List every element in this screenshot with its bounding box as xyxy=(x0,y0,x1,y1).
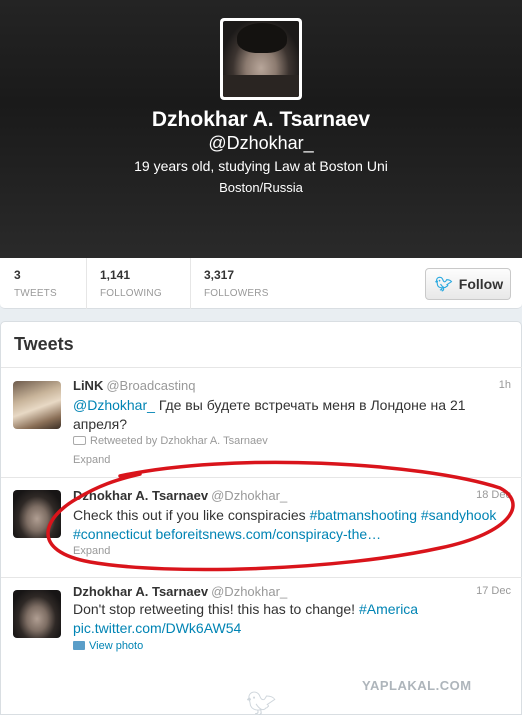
tweet-author[interactable]: Dzhokhar A. Tsarnaev @Dzhokhar_ xyxy=(73,584,287,599)
stat-following[interactable]: 1,141 FOLLOWING xyxy=(100,268,162,299)
profile-fullname: Dzhokhar A. Tsarnaev xyxy=(151,108,371,131)
view-photo[interactable]: View photo xyxy=(73,640,143,652)
watermark: YAPLAKAL.COM xyxy=(362,678,472,693)
tweet-item[interactable]: Dzhokhar A. Tsarnaev @Dzhokhar_ 17 Dec Do… xyxy=(1,578,522,688)
stat-divider xyxy=(86,258,87,309)
stat-followers-count: 3,317 xyxy=(204,268,235,282)
profile-header: Dzhokhar A. Tsarnaev @Dzhokhar_ 19 years… xyxy=(0,0,522,258)
stat-followers[interactable]: 3,317 FOLLOWERS xyxy=(204,268,269,299)
stat-tweets-count: 3 xyxy=(14,268,21,282)
tweet-text: Check this out if you like conspiracies … xyxy=(73,506,513,544)
follow-button[interactable]: 🐦︎ Follow xyxy=(425,268,511,300)
retweeted-by-label: Retweeted by Dzhokhar A. Tsarnaev xyxy=(90,435,268,447)
tweets-timeline: Tweets LiNK @Broadcastinq 1h @Dzhokhar_ Г… xyxy=(0,321,522,715)
hashtag-link[interactable]: #batmanshooting xyxy=(310,507,417,523)
stat-divider xyxy=(190,258,191,309)
photo-icon xyxy=(73,641,85,650)
twitter-bird-icon: 🐦︎ xyxy=(246,691,277,715)
twitter-bird-icon: 🐦︎ xyxy=(435,275,453,292)
pic-link[interactable]: pic.twitter.com/DWk6AW54 xyxy=(73,620,241,636)
tweet-text: @Dzhokhar_ Где вы будете встречать меня … xyxy=(73,396,513,434)
retweet-icon xyxy=(73,436,86,445)
tweet-author-handle: @Broadcastinq xyxy=(106,378,196,393)
profile-avatar[interactable] xyxy=(220,18,302,100)
tweet-author-name: Dzhokhar A. Tsarnaev xyxy=(73,488,209,503)
tweet-author[interactable]: Dzhokhar A. Tsarnaev @Dzhokhar_ xyxy=(73,488,287,503)
hashtag-link[interactable]: #connecticut xyxy=(73,526,152,542)
tweet-author-handle: @Dzhokhar_ xyxy=(211,584,288,599)
tweet-author-name: Dzhokhar A. Tsarnaev xyxy=(73,584,209,599)
tweet-text: Don't stop retweeting this! this has to … xyxy=(73,600,513,638)
view-photo-label: View photo xyxy=(89,640,144,652)
tweet-author[interactable]: LiNK @Broadcastinq xyxy=(73,378,195,393)
retweet-info: Retweeted by Dzhokhar A. Tsarnaev xyxy=(73,435,268,447)
tweet-item[interactable]: Dzhokhar A. Tsarnaev @Dzhokhar_ 18 Dec Ch… xyxy=(1,478,522,578)
follow-button-label: Follow xyxy=(458,276,504,292)
timeline-title: Tweets xyxy=(14,334,74,354)
tweet-body: Check this out if you like conspiracies xyxy=(73,507,306,523)
stat-tweets-label: TWEETS xyxy=(14,288,57,299)
hashtag-link[interactable]: #sandyhook xyxy=(421,507,497,523)
tweet-timestamp[interactable]: 1h xyxy=(499,379,511,391)
url-link[interactable]: beforeitsnews.com/conspiracy-the… xyxy=(156,526,382,542)
tweet-avatar[interactable] xyxy=(13,490,61,538)
tweet-avatar[interactable] xyxy=(13,381,61,429)
tweet-timestamp[interactable]: 18 Dec xyxy=(476,489,511,501)
stat-following-count: 1,141 xyxy=(100,268,131,282)
profile-location: Boston/Russia xyxy=(219,180,303,195)
tweet-body: Don't stop retweeting this! this has to … xyxy=(73,601,356,617)
tweet-item[interactable]: LiNK @Broadcastinq 1h @Dzhokhar_ Где вы б… xyxy=(1,368,522,476)
expand-link[interactable]: Expand xyxy=(73,454,110,466)
hashtag-link[interactable]: #America xyxy=(359,601,418,617)
tweet-author-handle: @Dzhokhar_ xyxy=(211,488,288,503)
tweet-author-name: LiNK xyxy=(73,378,104,393)
profile-screen-name: @Dzhokhar_ xyxy=(208,133,314,153)
profile-bio: 19 years old, studying Law at Boston Uni xyxy=(134,158,388,174)
tweet-timestamp[interactable]: 17 Dec xyxy=(476,585,511,597)
stat-tweets[interactable]: 3 TWEETS xyxy=(14,268,57,299)
tweet-avatar[interactable] xyxy=(13,590,61,638)
expand-link[interactable]: Expand xyxy=(73,545,110,557)
mention-link[interactable]: @Dzhokhar_ xyxy=(73,397,155,413)
stat-followers-label: FOLLOWERS xyxy=(204,288,269,299)
stat-following-label: FOLLOWING xyxy=(100,288,162,299)
